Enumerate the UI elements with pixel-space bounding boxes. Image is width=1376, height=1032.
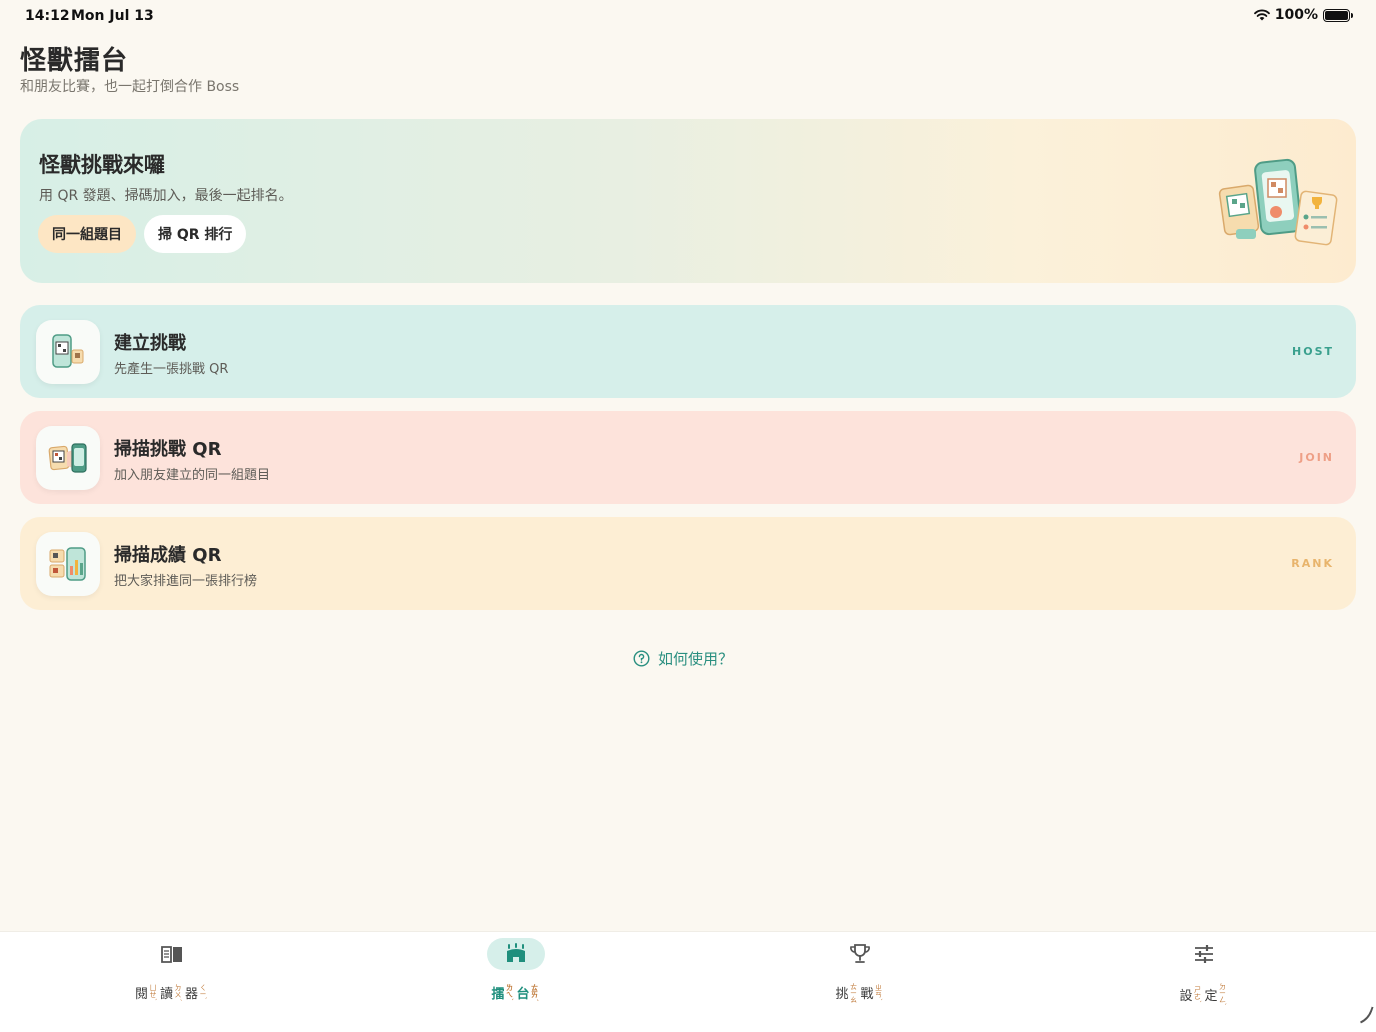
hero-description: 用 QR 發題、掃碼加入，最後一起排名。 [39, 188, 293, 204]
tab-settings-char-2: 定 [1204, 989, 1218, 1005]
corner-indicator [1340, 998, 1374, 1032]
tab-bar: 閱ㄩㄝˋ 讀ㄉㄨˊ 器ㄑㄧˋ 擂ㄌㄟˋ 台ㄊㄞˊ 挑ㄊㄧㄠ 戰ㄓㄢˋ 設 ㄕㄜˋ… [0, 931, 1376, 1032]
trophy-icon [850, 944, 870, 963]
tab-challenge[interactable]: 挑ㄊㄧㄠ 戰ㄓㄢˋ [790, 938, 930, 1003]
tab-reader-zhuyin-2: ㄉㄨˊ [174, 983, 182, 1002]
create-challenge-desc: 先產生一張挑戰 QR [114, 362, 229, 377]
tab-challenge-zhuyin-1: ㄊㄧㄠ [849, 983, 858, 1003]
tab-challenge-char-2: 戰 [860, 987, 874, 1003]
status-bar: 14:12 Mon Jul 13 100% [0, 0, 1376, 32]
tab-arena[interactable]: 擂ㄌㄟˋ 台ㄊㄞˊ [446, 938, 586, 1002]
how-to-use-link[interactable]: 如何使用？ [633, 648, 733, 669]
create-challenge-title: 建立挑戰 [114, 333, 186, 354]
tab-challenge-label: 挑ㄊㄧㄠ 戰ㄓㄢˋ [835, 983, 884, 1003]
scan-score-card[interactable]: 掃描成績 QR 把大家排進同一張排行榜 RANK [20, 517, 1356, 610]
how-to-use-label: 如何使用？ [658, 650, 734, 668]
question-circle-icon [633, 650, 650, 667]
status-date: Mon Jul 13 [71, 8, 154, 24]
tab-reader-char-3: 器 [185, 987, 199, 1002]
tab-arena-zhuyin-1: ㄌㄟˋ [505, 983, 514, 1002]
tab-settings-icon-wrap [1175, 938, 1233, 970]
tab-reader-char-2: 讀 [159, 987, 173, 1002]
tab-settings-label: 設ㄕㄜˋ 定ㄉㄧㄥˋ [1179, 983, 1228, 1006]
scan-score-desc: 把大家排進同一張排行榜 [114, 574, 258, 589]
scan-challenge-card[interactable]: 掃描挑戰 QR 加入朋友建立的同一組題目 JOIN [20, 411, 1356, 504]
tab-arena-label: 擂ㄌㄟˋ 台ㄊㄞˊ [491, 983, 540, 1002]
qr-phone-illustration-icon [1218, 158, 1338, 246]
scan-challenge-desc: 加入朋友建立的同一組題目 [114, 468, 271, 483]
tab-reader-zhuyin-1: ㄩㄝˋ [148, 983, 157, 1002]
tab-challenge-icon-wrap [831, 938, 889, 970]
status-time: 14:12 [25, 8, 70, 24]
tab-arena-icon-wrap [487, 938, 545, 970]
chip-scan-ranking[interactable]: 掃 QR 排行 [144, 215, 247, 253]
tab-settings-zhuyin-2: ㄉㄧㄥˋ [1218, 983, 1227, 1007]
tab-reader[interactable]: 閱ㄩㄝˋ 讀ㄉㄨˊ 器ㄑㄧˋ [102, 938, 242, 1002]
arena-icon [507, 943, 525, 962]
status-indicators: 100% [1253, 7, 1353, 23]
page-subtitle: 和朋友比賽，也一起打倒合作 Boss [20, 79, 240, 95]
tab-settings-zhuyin-1: ㄕㄜˋ [1193, 985, 1202, 1004]
tab-reader-zhuyin-3: ㄑㄧˋ [199, 984, 208, 1001]
create-challenge-card[interactable]: 建立挑戰 先產生一張挑戰 QR HOST [20, 305, 1356, 398]
tab-settings[interactable]: 設ㄕㄜˋ 定ㄉㄧㄥˋ [1134, 938, 1274, 1006]
tab-arena-char-1: 擂 [491, 987, 505, 1002]
scan-score-title: 掃描成績 QR [114, 545, 222, 566]
scan-challenge-title: 掃描挑戰 QR [114, 439, 222, 460]
rank-tag: RANK [1291, 557, 1334, 570]
scan-challenge-icon [36, 426, 100, 490]
wifi-icon [1253, 9, 1270, 21]
tab-challenge-char-1: 挑 [835, 987, 849, 1003]
tab-reader-char-1: 閱 [134, 987, 148, 1002]
sliders-icon [1195, 945, 1213, 963]
scan-score-icon [36, 532, 100, 596]
battery-icon [1323, 8, 1353, 22]
tab-reader-label: 閱ㄩㄝˋ 讀ㄉㄨˊ 器ㄑㄧˋ [135, 983, 209, 1002]
tab-arena-char-2: 台 [516, 987, 530, 1002]
tab-settings-char-1: 設 [1179, 989, 1193, 1005]
host-tag: HOST [1292, 345, 1334, 358]
create-challenge-icon [36, 320, 100, 384]
hero-title: 怪獸挑戰來囉 [39, 153, 165, 177]
hero-banner: 怪獸挑戰來囉 用 QR 發題、掃碼加入，最後一起排名。 同一組題目 掃 QR 排… [20, 119, 1356, 283]
tab-arena-zhuyin-2: ㄊㄞˊ [530, 983, 539, 1002]
join-tag: JOIN [1299, 451, 1334, 464]
tab-reader-icon-wrap [143, 938, 201, 970]
tab-challenge-zhuyin-2: ㄓㄢˋ [874, 984, 883, 1002]
page-title: 怪獸擂台 [20, 46, 129, 76]
chip-same-questions[interactable]: 同一組題目 [38, 215, 136, 253]
battery-percent: 100% [1274, 7, 1318, 23]
book-icon [161, 946, 182, 963]
hero-chips: 同一組題目 掃 QR 排行 [38, 215, 247, 253]
